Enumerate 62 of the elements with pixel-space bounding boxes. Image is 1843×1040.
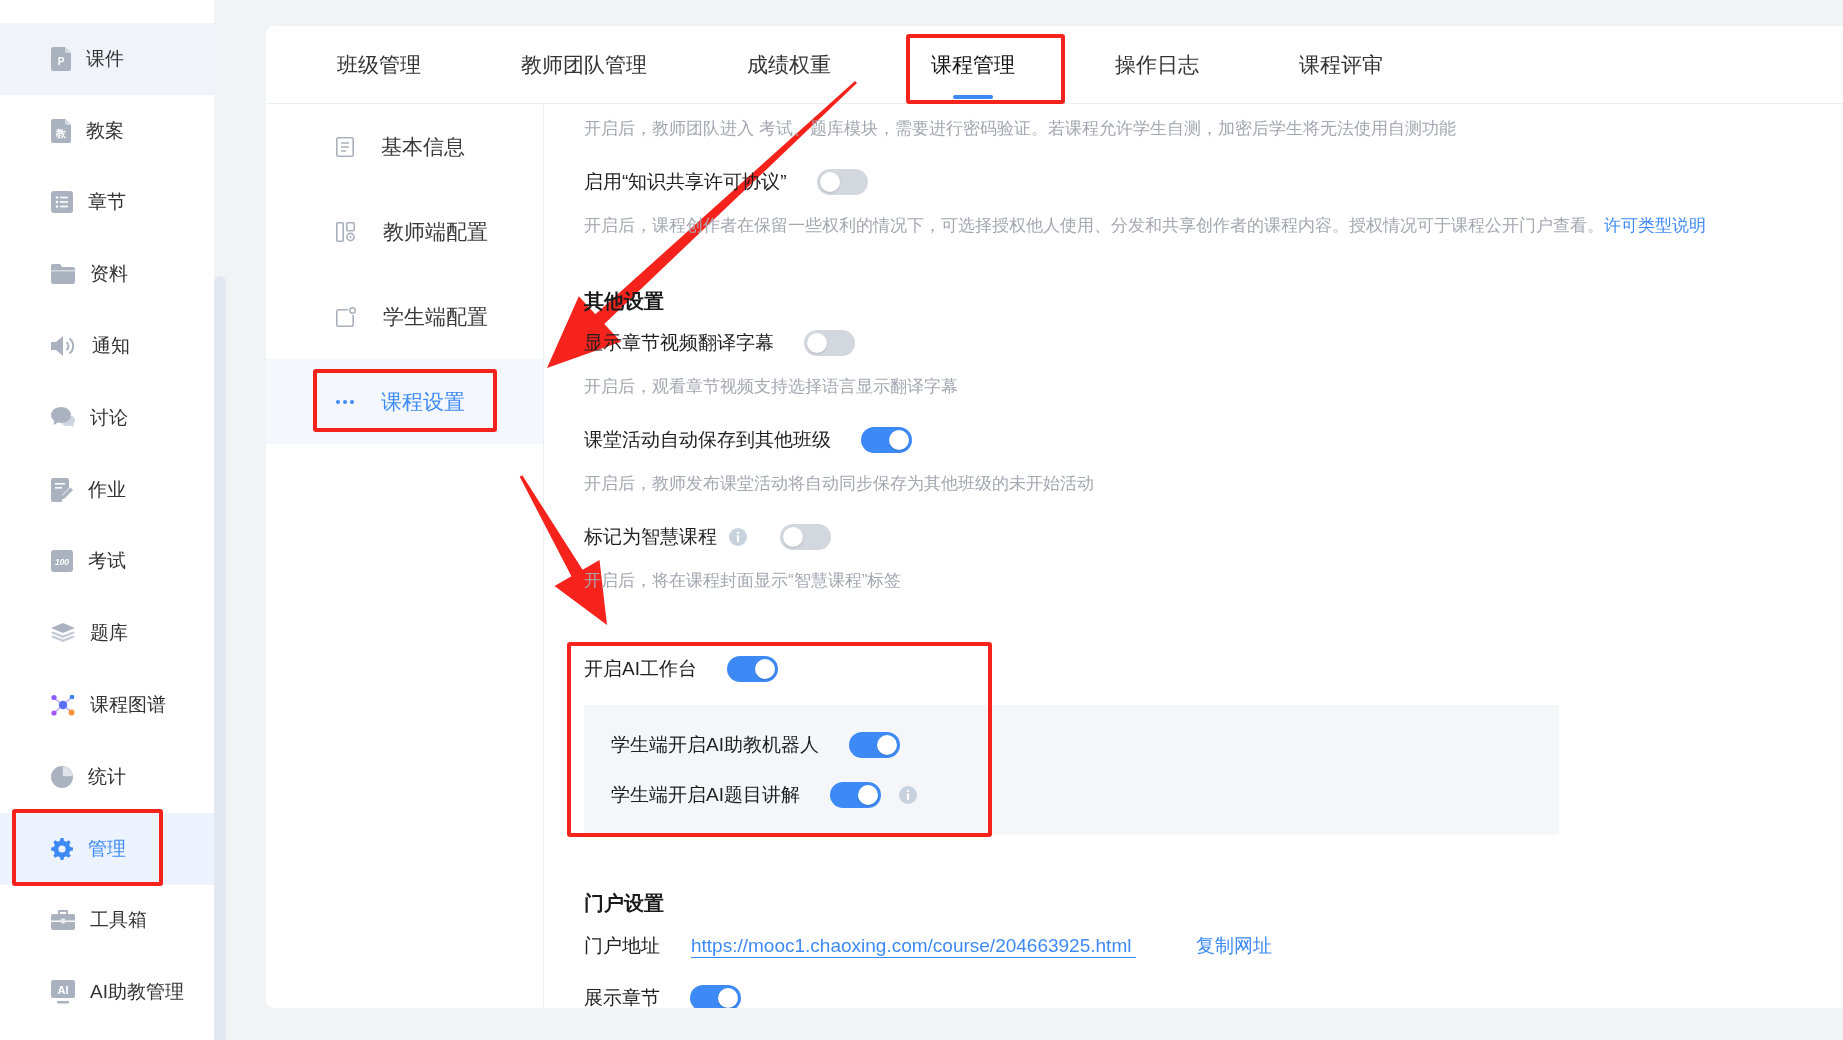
info-icon[interactable] <box>898 786 917 804</box>
speaker-icon <box>51 335 77 358</box>
section-heading: 门户设置 <box>584 891 664 916</box>
sidebar-item[interactable]: 讨论 <box>0 382 214 454</box>
toggle-switch[interactable] <box>726 656 778 682</box>
tab[interactable]: 班级管理 <box>287 26 471 103</box>
sidebar-item[interactable]: P 课件 <box>0 23 214 95</box>
layers-icon <box>51 623 75 644</box>
toggle-switch[interactable] <box>780 524 831 550</box>
sidebar-item[interactable]: 章节 <box>0 166 214 239</box>
setting-label: 学生端开启AI题目讲解 <box>611 783 800 807</box>
setting-label: 学生端开启AI助教机器人 <box>611 733 819 757</box>
square-circle-icon <box>336 306 356 327</box>
sidebar-item[interactable]: 教 教案 <box>0 94 214 167</box>
score-icon: 100 <box>51 550 73 573</box>
settings-icon <box>51 837 73 860</box>
pie-chart-icon <box>51 765 73 788</box>
sidebar-item[interactable]: 100 考试 <box>0 525 214 598</box>
document-icon: P <box>51 46 71 71</box>
tab[interactable]: 成绩权重 <box>697 26 881 103</box>
toolbox-icon <box>51 910 75 931</box>
note-text: 开启后，教师团队进入 考试、题库模块，需要进行密码验证。若课程允许学生自测，加密后学生将无法使用自测功能 <box>584 118 1456 140</box>
sidebar-item[interactable]: 作业 <box>0 453 214 526</box>
toggle-switch[interactable] <box>690 985 741 1008</box>
sidebar-item[interactable]: AI AI助教管理 <box>0 956 214 1029</box>
toggle-switch[interactable] <box>861 427 912 453</box>
submenu-item[interactable]: 教师端配置 <box>266 189 543 274</box>
setting-label: 标记为智慧课程 <box>584 525 717 549</box>
note-text: 开启后，观看章节视频支持选择语言显示翻译字幕 <box>584 376 958 398</box>
network-icon <box>51 694 75 717</box>
ellipsis-icon <box>336 399 354 404</box>
tab[interactable]: 课程评审 <box>1249 26 1433 103</box>
folder-icon <box>51 264 75 285</box>
setting-label: 展示章节 <box>584 986 660 1008</box>
sidebar-item[interactable]: 工具箱 <box>0 884 214 957</box>
sidebar-item[interactable]: 课程图谱 <box>0 669 214 741</box>
license-link[interactable]: 许可类型说明 <box>1604 216 1706 235</box>
setting-label: 课堂活动自动保存到其他班级 <box>584 428 831 452</box>
sidebar-item[interactable]: 题库 <box>0 597 214 670</box>
list-icon <box>51 191 73 214</box>
document-icon: 教 <box>51 118 71 143</box>
info-icon[interactable] <box>729 528 747 546</box>
document-icon <box>336 136 354 157</box>
chat-icon <box>51 406 75 429</box>
tab[interactable]: 操作日志 <box>1065 26 1249 103</box>
tab[interactable]: 课程管理 <box>881 26 1065 103</box>
sidebar-item[interactable]: 资料 <box>0 238 214 311</box>
submenu-item[interactable]: 学生端配置 <box>266 274 543 359</box>
panels-icon <box>336 221 356 242</box>
note-text: 开启后，教师发布课堂活动将自动同步保存为其他班级的未开始活动 <box>584 473 1094 495</box>
toggle-switch[interactable] <box>816 169 868 195</box>
sidebar-item[interactable]: 统计 <box>0 740 214 813</box>
setting-label: 开启AI工作台 <box>584 657 697 681</box>
tab[interactable]: 教师团队管理 <box>471 26 697 103</box>
sidebar-item[interactable]: 通知 <box>0 310 214 382</box>
scrollbar[interactable] <box>214 276 226 1040</box>
toggle-switch[interactable] <box>829 782 881 808</box>
submenu-item[interactable]: 基本信息 <box>266 104 543 189</box>
toggle-switch[interactable] <box>804 330 855 356</box>
setting-label: 门户地址 <box>584 934 660 958</box>
edit-document-icon <box>51 477 73 502</box>
toggle-switch[interactable] <box>848 732 900 758</box>
